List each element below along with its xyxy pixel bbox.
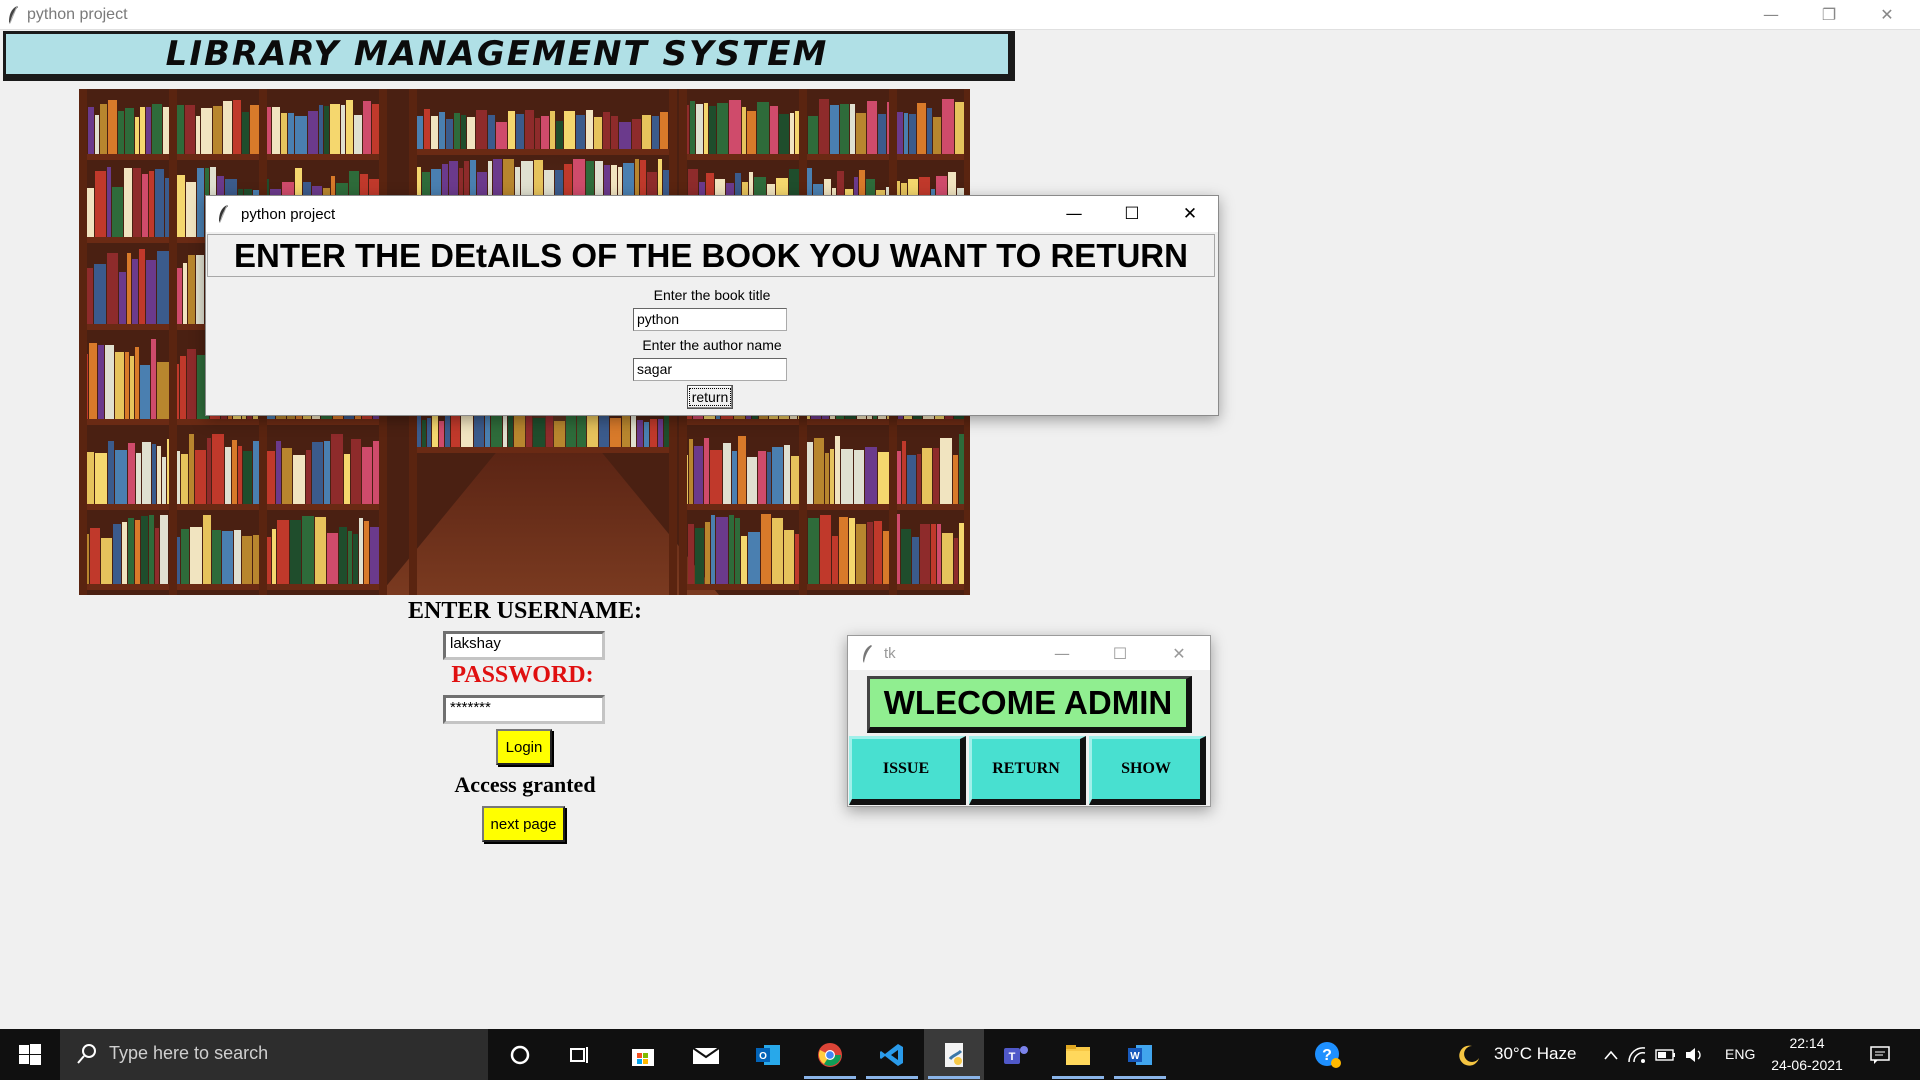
username-label: ENTER USERNAME: [407,598,643,624]
weather-text[interactable]: 30°C Haze [1494,1044,1576,1064]
admin-maximize-button[interactable]: ☐ [1090,636,1150,670]
taskbar-search-box[interactable]: Type here to search [60,1029,488,1080]
battery-icon[interactable] [1654,1037,1678,1073]
book-title-label: Enter the book title [653,287,771,303]
wifi-icon[interactable] [1625,1037,1649,1073]
vscode-icon[interactable] [874,1037,910,1073]
svg-text:T: T [1009,1051,1016,1063]
app-banner: LIBRARY MANAGEMENT SYSTEM [3,31,1015,81]
python-running-indicator [928,1076,980,1079]
admin-close-button[interactable]: ✕ [1149,636,1209,670]
cortana-icon[interactable] [502,1037,538,1073]
close-button[interactable]: ✕ [1858,0,1916,29]
notification-center-icon[interactable] [1862,1037,1898,1073]
show-button[interactable]: SHOW [1089,736,1206,805]
admin-window-title: tk [884,645,896,662]
language-indicator[interactable]: ENG [1725,1046,1755,1062]
admin-window-titlebar: tk — ☐ ✕ [848,636,1210,670]
return-dialog-title: python project [241,206,336,223]
return-submit-label: return [688,388,732,406]
main-window-title: python project [27,6,128,23]
author-name-label: Enter the author name [642,337,782,353]
tk-feather-icon [9,5,18,24]
admin-window: tk — ☐ ✕ WLECOME ADMIN ISSUE RETURN SHOW [847,635,1211,807]
admin-minimize-button[interactable]: — [1032,636,1092,670]
chrome-icon[interactable] [812,1037,848,1073]
search-placeholder: Type here to search [109,1043,269,1063]
word-running-indicator [1114,1076,1166,1079]
chrome-running-indicator [804,1076,856,1079]
tk-feather-icon [863,645,872,663]
volume-icon[interactable] [1683,1037,1707,1073]
next-page-button[interactable]: next page [482,806,565,842]
username-input[interactable]: lakshay [443,631,605,660]
teams-icon[interactable]: T [998,1037,1034,1073]
weather-moon-icon[interactable] [1450,1037,1486,1073]
minimize-button[interactable]: — [1742,0,1800,29]
python-app-icon[interactable] [936,1037,972,1073]
mail-icon[interactable] [688,1037,724,1073]
svg-text:W: W [1130,1051,1140,1062]
book-title-input[interactable]: python [633,308,787,331]
welcome-admin-label: WLECOME ADMIN [867,676,1192,733]
return-button[interactable]: RETURN [969,736,1086,805]
author-name-input[interactable]: sagar [633,358,787,381]
password-input[interactable]: ******* [443,695,605,724]
clock-time[interactable]: 22:14 [1770,1035,1844,1051]
svg-text:?: ? [1322,1047,1332,1064]
main-window-titlebar: python project — ❐ ✕ [0,0,1920,30]
login-button[interactable]: Login [496,729,552,765]
explorer-running-indicator [1052,1076,1104,1079]
microsoft-store-icon[interactable] [625,1037,661,1073]
issue-button[interactable]: ISSUE [849,736,966,805]
dialog-maximize-button[interactable]: ☐ [1103,196,1161,232]
return-book-dialog: python project — ☐ ✕ ENTER THE DEtAILS O… [205,195,1219,416]
return-dialog-heading: ENTER THE DEtAILS OF THE BOOK YOU WANT T… [207,234,1215,277]
taskbar: Type here to search O T W ? 30°C Haze EN… [0,1029,1920,1080]
search-icon [77,1044,96,1064]
clock-date[interactable]: 24-06-2021 [1762,1057,1852,1073]
return-dialog-titlebar: python project — ☐ ✕ [206,196,1218,232]
tk-feather-icon [219,204,228,223]
app-banner-title: LIBRARY MANAGEMENT SYSTEM [165,34,829,74]
tray-expand-icon[interactable] [1593,1037,1629,1073]
task-view-icon[interactable] [562,1037,598,1073]
windows-start-icon[interactable] [12,1037,48,1073]
svg-text:O: O [759,1051,767,1062]
restore-button[interactable]: ❐ [1800,0,1858,29]
help-icon[interactable]: ? [1310,1037,1346,1073]
dialog-minimize-button[interactable]: — [1045,196,1103,232]
vscode-running-indicator [866,1076,918,1079]
word-icon[interactable]: W [1122,1037,1158,1073]
dialog-close-button[interactable]: ✕ [1161,196,1219,232]
outlook-icon[interactable]: O [750,1037,786,1073]
return-submit-button[interactable]: return [687,385,733,409]
file-explorer-icon[interactable] [1060,1037,1096,1073]
